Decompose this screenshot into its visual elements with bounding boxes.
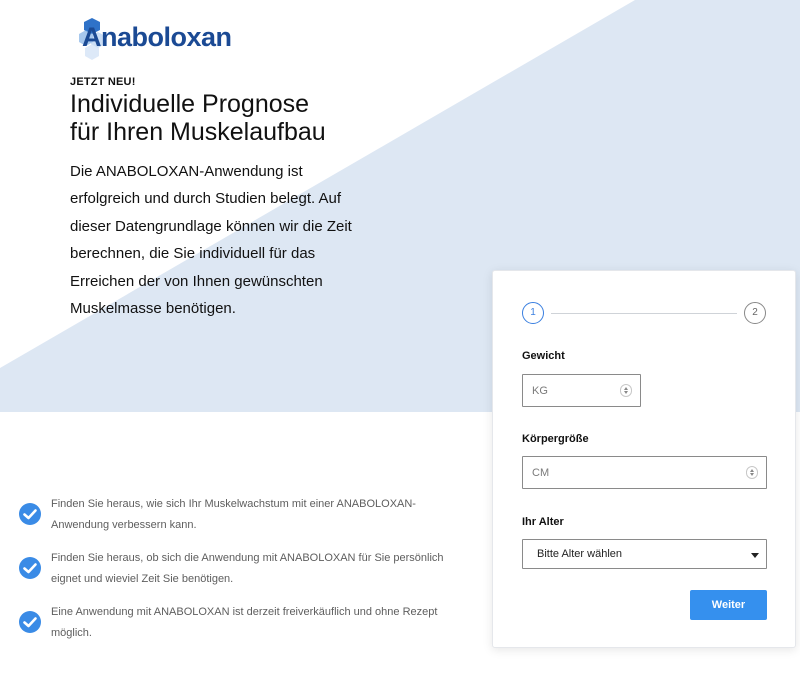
weight-placeholder: KG <box>532 385 548 397</box>
benefit-list: Finden Sie heraus, wie sich Ihr Muskelwa… <box>18 494 448 656</box>
height-spinner-icon[interactable] <box>746 466 758 479</box>
age-selected-value: Bitte Alter wählen <box>537 548 622 560</box>
headline-line-2: für Ihren Muskelaufbau <box>70 118 326 146</box>
benefit-text-line: Finden Sie heraus, wie sich Ihr Muskelwa… <box>51 498 416 510</box>
check-circle-icon <box>19 557 41 579</box>
step-indicator-1: 1 <box>522 302 544 324</box>
intro-line: berechnen, die Sie individuell für das <box>70 245 316 263</box>
benefit-item: Eine Anwendung mit ANABOLOXAN ist derzei… <box>18 602 448 656</box>
brand-name: Anaboloxan <box>82 22 232 52</box>
weight-input[interactable]: KG <box>522 374 641 407</box>
benefit-text-line: Finden Sie heraus, ob sich die Anwendung… <box>51 552 444 564</box>
weight-spinner-icon[interactable] <box>620 384 632 397</box>
benefit-text-line: eignet und wieviel Zeit Sie benötigen. <box>51 573 234 585</box>
benefit-text-line: Anwendung verbessern kann. <box>51 519 197 531</box>
next-button[interactable]: Weiter <box>690 590 767 620</box>
step-indicator-2: 2 <box>744 302 766 324</box>
page-headline: Individuelle Prognose für Ihren Muskelau… <box>70 90 390 146</box>
brand-logo[interactable]: Anaboloxan <box>78 16 232 60</box>
intro-line: Muskelmasse benötigen. <box>70 300 236 318</box>
check-circle-icon <box>19 503 41 525</box>
step-progress-line <box>551 313 737 314</box>
intro-line: erfolgreich und durch Studien belegt. Au… <box>70 190 342 208</box>
intro-paragraph: Die ANABOLOXAN-Anwendung ist erfolgreich… <box>70 158 370 322</box>
intro-line: Erreichen der von Ihnen gewünschten <box>70 272 323 290</box>
intro-line: dieser Datengrundlage können wir die Zei… <box>70 217 352 235</box>
benefit-text: Eine Anwendung mit ANABOLOXAN ist derzei… <box>51 602 451 644</box>
intro-line: Die ANABOLOXAN-Anwendung ist <box>70 163 303 180</box>
height-input[interactable]: CM <box>522 456 767 489</box>
benefit-text: Finden Sie heraus, wie sich Ihr Muskelwa… <box>51 494 451 536</box>
eyebrow-label: JETZT NEU! <box>70 76 136 88</box>
check-circle-icon <box>19 611 41 633</box>
chevron-down-icon <box>751 553 759 558</box>
age-label: Ihr Alter <box>522 516 564 528</box>
prognosis-form-card: 1 2 Gewicht KG Körpergröße CM Ihr Alter … <box>492 270 796 648</box>
height-label: Körpergröße <box>522 433 589 445</box>
height-placeholder: CM <box>532 467 550 479</box>
benefit-text-line: möglich. <box>51 627 92 639</box>
headline-line-1: Individuelle Prognose <box>70 90 310 118</box>
weight-label: Gewicht <box>522 350 565 362</box>
benefit-item: Finden Sie heraus, ob sich die Anwendung… <box>18 548 448 602</box>
benefit-item: Finden Sie heraus, wie sich Ihr Muskelwa… <box>18 494 448 548</box>
benefit-text-line: Eine Anwendung mit ANABOLOXAN ist derzei… <box>51 606 438 618</box>
benefit-text: Finden Sie heraus, ob sich die Anwendung… <box>51 548 451 590</box>
age-select[interactable]: Bitte Alter wählen <box>522 539 767 569</box>
